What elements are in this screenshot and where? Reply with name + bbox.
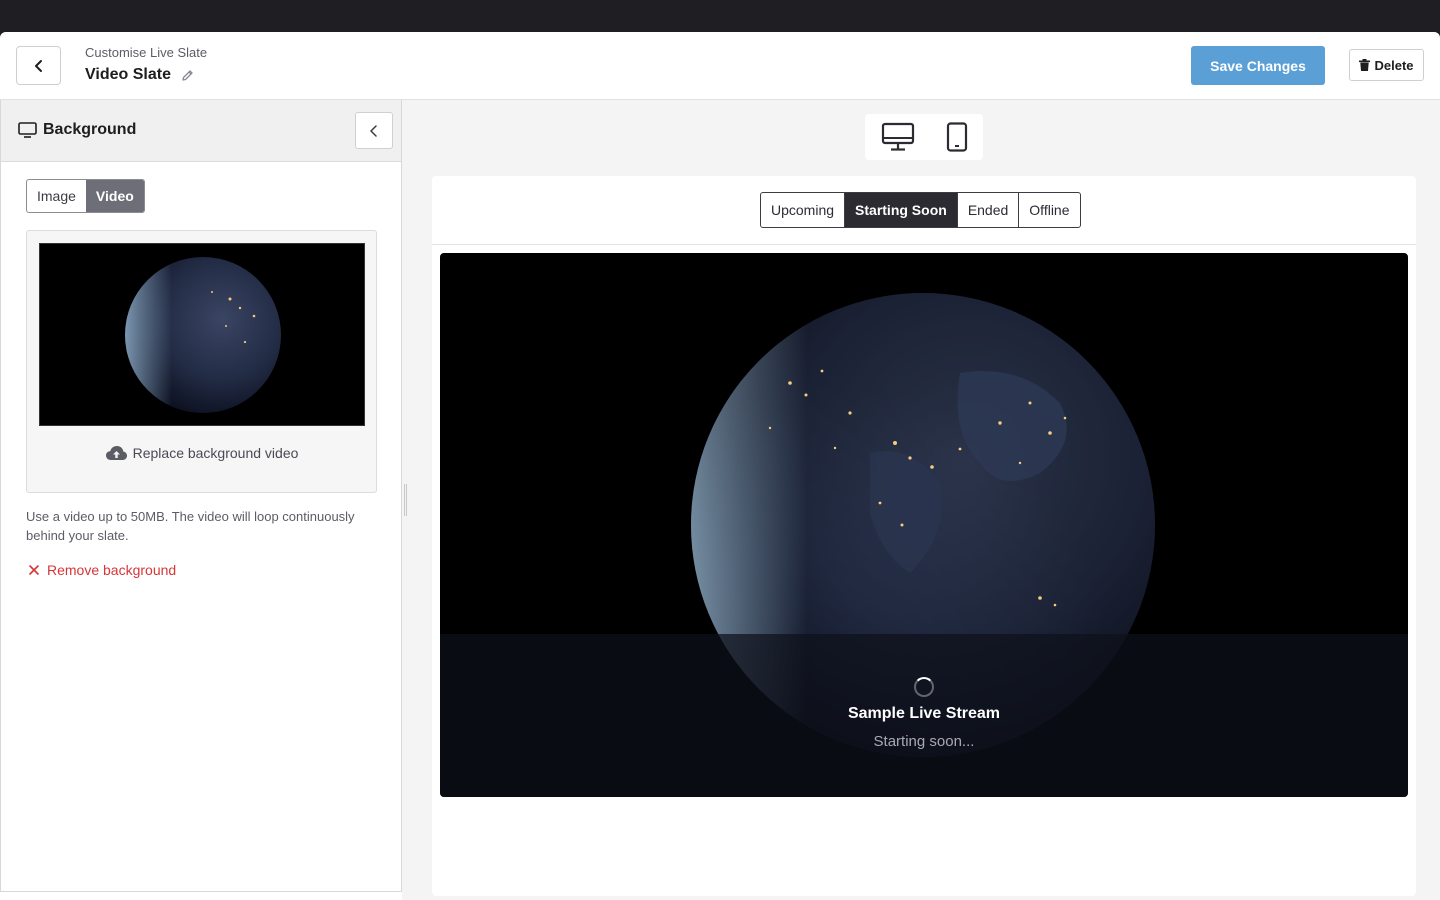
replace-background-video-button[interactable]: Replace background video [27,445,376,461]
delete-button[interactable]: Delete [1349,49,1424,81]
tab-offline[interactable]: Offline [1019,193,1079,227]
tab-upcoming[interactable]: Upcoming [761,193,846,227]
device-toggle [865,114,983,160]
slate-state-tabs: Upcoming Starting Soon Ended Offline [760,192,1081,228]
stream-name: Sample Live Stream [847,705,1001,722]
preview-canvas: Upcoming Starting Soon Ended Offline Sam… [432,176,1416,896]
sidebar-header: Background [1,100,401,162]
media-type-image[interactable]: Image [27,180,86,212]
help-text: Use a video up to 50MB. The video will l… [26,509,355,543]
background-video-card: Replace background video [26,230,377,493]
settings-sidebar: Background Image Video Replace backgroun… [0,100,402,892]
page-header: Customise Live Slate Video Slate Save Ch… [0,32,1440,100]
remove-background-button[interactable]: Remove background [29,562,176,578]
media-type-video[interactable]: Video [85,180,144,212]
close-icon [29,565,39,575]
cloud-upload-icon [105,446,127,460]
tab-ended[interactable]: Ended [958,193,1020,227]
pencil-icon[interactable] [181,69,194,82]
trash-icon [1359,59,1371,71]
section-title: Background [43,121,137,138]
section-title-row: Background [18,121,136,139]
slate-preview-video: Sample Live Stream Starting soon... [440,253,1408,797]
delete-label: Delete [1374,57,1414,73]
video-thumbnail [39,243,365,426]
mobile-icon[interactable] [946,122,968,152]
save-changes-button[interactable]: Save Changes [1191,46,1325,85]
chevron-left-icon [34,59,42,72]
breadcrumb: Customise Live Slate [85,45,208,60]
chevron-left-icon [370,124,377,137]
preview-area: Upcoming Starting Soon Ended Offline Sam… [410,100,1440,900]
resize-handle[interactable] [404,484,407,516]
remove-label: Remove background [47,562,177,578]
loading-spinner-icon [914,677,934,697]
media-type-toggle: Image Video [26,179,145,213]
page-title: Video Slate [85,66,171,83]
back-button[interactable] [16,46,61,85]
desktop-icon[interactable] [881,122,915,152]
app-window: Customise Live Slate Video Slate Save Ch… [0,32,1440,900]
tab-starting-soon[interactable]: Starting Soon [845,193,958,227]
monitor-icon [18,122,37,138]
window-top-bar [0,0,1440,32]
stream-status: Starting soon... [873,733,975,750]
collapse-sidebar-button[interactable] [355,112,393,149]
divider [432,244,1416,245]
page-title-row: Video Slate [85,66,194,84]
replace-label: Replace background video [132,445,299,461]
